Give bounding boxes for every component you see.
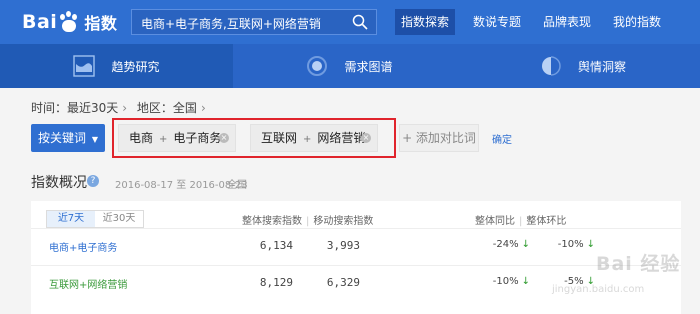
period-toggle: 近7天 近30天 [46, 210, 144, 228]
watermark-text: Bai 经验 [596, 253, 681, 275]
row-keyword[interactable]: 电商+电子商务 [49, 239, 117, 254]
search-index-headers: 整体搜索指数 | 移动搜索指数 [242, 216, 374, 227]
search-icon[interactable] [352, 14, 368, 30]
search-box[interactable]: 电商+电子商务,互联网+网络营销 [131, 9, 377, 35]
keyword-chip[interactable]: 电商 + 电子商务 × [118, 124, 236, 152]
row-yoy: -10% ↓ [492, 276, 530, 287]
top-navigation-bar: Bai 指数 电商+电子商务,互联网+网络营销 指数探索 数说专题 品牌表现 我… [0, 0, 700, 44]
watermark-url: jingyan.baidu.com [552, 284, 645, 295]
arrow-down-icon: ↓ [521, 276, 530, 287]
filter-bar: 时间：最近30天 › 地区：全国 › [31, 99, 212, 116]
trend-chart-icon [73, 55, 96, 77]
nav-brand-performance[interactable]: 品牌表现 [537, 9, 597, 35]
tab-label: 舆情洞察 [577, 59, 626, 74]
keyword-chip[interactable]: 互联网 + 网络营销 × [250, 124, 378, 152]
header-mobile-search: 移动搜索指数 [313, 216, 374, 227]
overview-region: 全国 [227, 180, 247, 191]
search-input[interactable]: 电商+电子商务,互联网+网络营销 [141, 15, 321, 32]
nav-data-topics[interactable]: 数说专题 [467, 9, 527, 35]
time-filter[interactable]: 时间：最近30天 [31, 101, 118, 115]
watermark: Bai 经验 jingyan.baidu.com [538, 246, 688, 304]
row-keyword[interactable]: 互联网+网络营销 [49, 276, 127, 291]
change-headers: 整体同比 | 整体环比 [475, 216, 567, 227]
paw-logo-icon [58, 11, 80, 33]
row-overall-index: 8,129 [259, 276, 293, 289]
row-mobile-index: 3,993 [326, 239, 360, 252]
row-overall-index: 6,134 [259, 239, 293, 252]
tab-sentiment-insight[interactable]: 舆情洞察 [466, 44, 700, 88]
baidu-index-logo[interactable]: Bai 指数 [22, 9, 117, 35]
arrow-down-icon: ↓ [521, 239, 530, 250]
nav-index-explore[interactable]: 指数探索 [395, 9, 455, 35]
remove-keyword-icon[interactable]: × [361, 133, 371, 143]
plus-icon: + [159, 134, 168, 145]
half-globe-icon [541, 56, 561, 76]
caret-down-icon: ▼ [91, 135, 98, 144]
confirm-link[interactable]: 确定 [492, 131, 512, 146]
overview-title: 指数概况 [31, 175, 87, 191]
remove-keyword-icon[interactable]: × [219, 133, 229, 143]
header-mom: 整体环比 [526, 216, 567, 227]
chevron-right-icon: › [122, 101, 128, 115]
tab-last-30-days[interactable]: 近30天 [95, 211, 143, 227]
tab-label: 趋势研究 [111, 59, 160, 74]
tab-label: 需求图谱 [344, 59, 393, 74]
tab-last-7-days[interactable]: 近7天 [47, 211, 95, 227]
add-compare-term-button[interactable]: + 添加对比词 [399, 124, 479, 152]
help-icon[interactable]: ? [87, 175, 99, 187]
plus-icon: + [303, 134, 312, 145]
row-mobile-index: 6,329 [326, 276, 360, 289]
nav-my-index[interactable]: 我的指数 [607, 9, 667, 35]
header-yoy: 整体同比 [475, 216, 515, 227]
target-ring-icon [307, 56, 328, 76]
tab-trend-research[interactable]: 趋势研究 [0, 44, 233, 88]
chevron-right-icon: › [200, 101, 206, 115]
sub-navigation: 趋势研究 需求图谱 舆情洞察 [0, 44, 700, 88]
tab-demand-map[interactable]: 需求图谱 [233, 44, 466, 88]
keyword-mode-button[interactable]: 按关键词 ▼ [31, 124, 105, 152]
region-filter[interactable]: 地区：全国 [137, 101, 197, 115]
header-overall-search: 整体搜索指数 [242, 216, 302, 227]
row-yoy: -24% ↓ [492, 239, 530, 250]
